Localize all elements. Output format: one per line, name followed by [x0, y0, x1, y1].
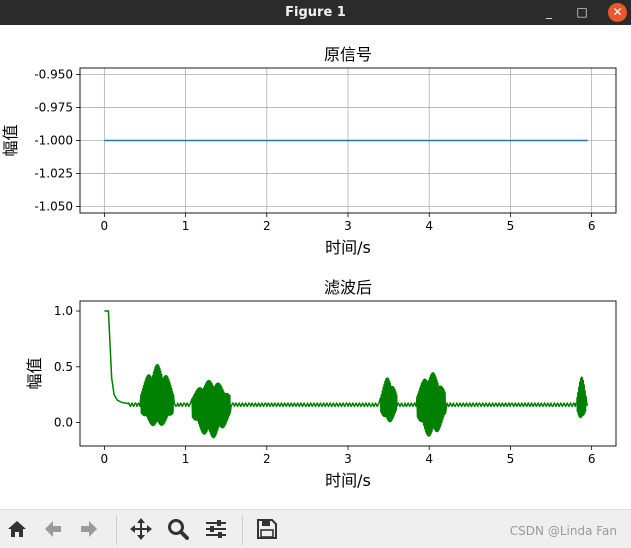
- forward-button[interactable]: [76, 516, 102, 542]
- arrow-right-icon: [81, 521, 97, 537]
- minimize-icon: _: [546, 5, 552, 19]
- x-tick-label: 4: [425, 219, 433, 233]
- maximize-icon: □: [576, 5, 588, 19]
- x-tick-label: 1: [182, 219, 190, 233]
- y-tick-label: 0.0: [54, 416, 73, 430]
- x-tick-label: 4: [425, 452, 433, 466]
- x-tick-label: 1: [182, 452, 190, 466]
- x-tick-label: 5: [507, 452, 515, 466]
- configure-subplots-button[interactable]: [203, 516, 229, 542]
- y-axis-label: 幅值: [25, 357, 44, 389]
- chart-title: 滤波后: [324, 278, 372, 297]
- plot-area: [104, 310, 589, 439]
- y-tick-label: -1.050: [34, 199, 73, 213]
- magnifier-icon: [168, 519, 189, 540]
- y-tick-label: 1.0: [54, 304, 73, 318]
- x-tick-label: 6: [588, 452, 596, 466]
- back-button[interactable]: [40, 516, 66, 542]
- x-tick-label: 2: [263, 452, 271, 466]
- figure-canvas[interactable]: 0 1 2 3 4 5 6 -0.950 -0.975 -1.000 -1.025 -1.050 原信号…: [0, 25, 631, 509]
- toolbar-separator: [116, 515, 117, 545]
- minimize-button[interactable]: _: [537, 0, 561, 25]
- home-icon: [8, 521, 26, 537]
- save-button[interactable]: [254, 516, 280, 542]
- series-line: [104, 310, 589, 439]
- y-tick-label: -1.000: [34, 134, 73, 148]
- x-axis-label: 时间/s: [325, 471, 371, 490]
- x-tick-label: 3: [344, 219, 352, 233]
- arrow-left-icon: [45, 521, 61, 537]
- x-tick-label: 0: [101, 219, 109, 233]
- watermark-text: CSDN @Linda Fan: [509, 524, 617, 538]
- x-tick-label: 5: [507, 219, 515, 233]
- window-titlebar: Figure 1 _ □ ✕: [0, 0, 631, 25]
- move-icon: [130, 518, 152, 540]
- y-tick-label: -1.025: [34, 166, 73, 180]
- zoom-button[interactable]: [165, 516, 191, 542]
- x-tick-label: 6: [588, 219, 596, 233]
- toolbar-separator: [242, 515, 243, 545]
- pan-button[interactable]: [128, 516, 154, 542]
- close-icon: ✕: [612, 5, 623, 19]
- chart-title: 原信号: [324, 45, 372, 64]
- figure-svg: 0 1 2 3 4 5 6 -0.950 -0.975 -1.000 -1.025 -1.050 原信号…: [1, 45, 617, 490]
- y-tick-label: -0.950: [34, 68, 73, 82]
- y-tick-label: -0.975: [34, 101, 73, 115]
- home-button[interactable]: [4, 516, 30, 542]
- floppy-disk-icon: [257, 519, 277, 539]
- navigation-toolbar: CSDN @Linda Fan: [0, 509, 631, 548]
- x-axis-label: 时间/s: [325, 238, 371, 257]
- close-button[interactable]: ✕: [608, 3, 627, 22]
- y-tick-label: 0.5: [54, 360, 73, 374]
- sliders-icon: [206, 520, 226, 538]
- x-tick-label: 3: [344, 452, 352, 466]
- maximize-button[interactable]: □: [570, 0, 594, 25]
- y-axis-label: 幅值: [1, 124, 20, 156]
- x-tick-label: 0: [101, 452, 109, 466]
- x-tick-label: 2: [263, 219, 271, 233]
